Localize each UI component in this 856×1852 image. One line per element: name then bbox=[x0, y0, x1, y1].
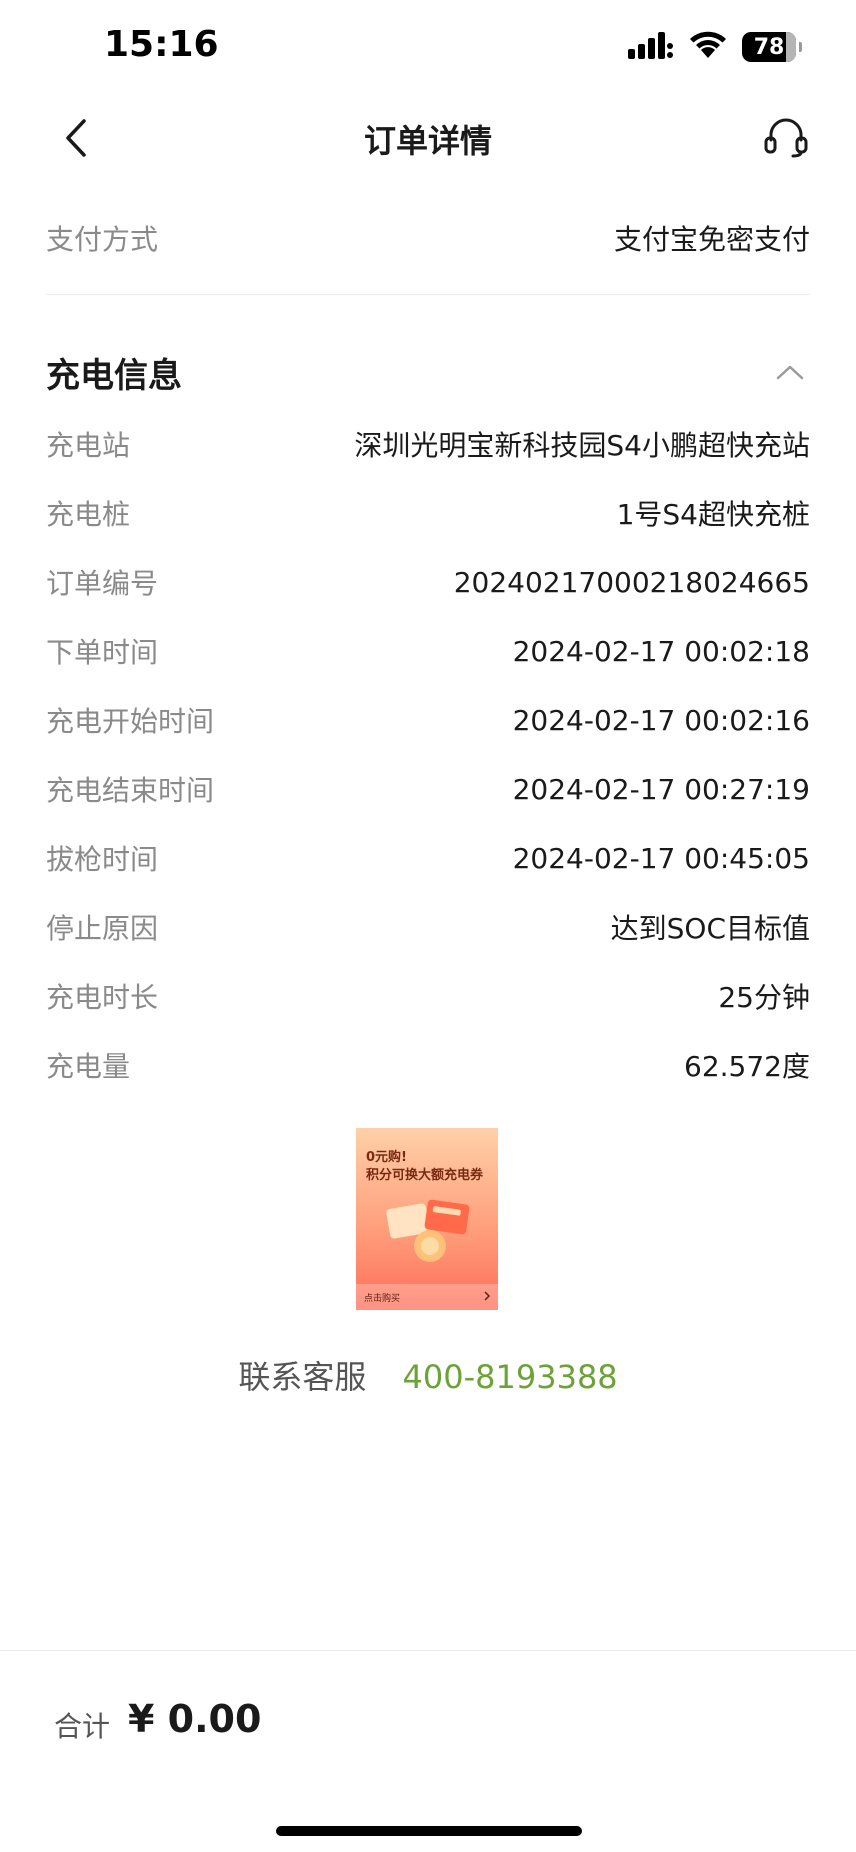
info-value: 2024-02-17 00:02:16 bbox=[512, 703, 810, 737]
info-label: 拔枪时间 bbox=[46, 843, 159, 876]
charging-info-header[interactable]: 充电信息 bbox=[46, 344, 810, 400]
info-label: 充电开始时间 bbox=[46, 705, 215, 738]
bottom-bar: 合计 ¥ 0.00 bbox=[0, 1650, 856, 1852]
info-row-pile: 充电桩 1号S4超快充桩 bbox=[46, 489, 810, 537]
chevron-right-icon bbox=[484, 1290, 491, 1304]
info-row-station: 充电站 深圳光明宝新科技园S4小鹏超快充站 bbox=[46, 420, 810, 468]
info-value: 62.572度 bbox=[684, 1050, 810, 1083]
info-label: 下单时间 bbox=[46, 636, 159, 669]
total-amount: ¥ 0.00 bbox=[128, 1697, 262, 1741]
info-value: 深圳光明宝新科技园S4小鹏超快充站 bbox=[354, 429, 810, 462]
payment-method-label: 支付方式 bbox=[46, 223, 159, 256]
promo-footer[interactable]: 点击购买 bbox=[356, 1284, 498, 1310]
battery-level: 78 bbox=[753, 34, 785, 60]
info-row-unplug-time: 拔枪时间 2024-02-17 00:45:05 bbox=[46, 834, 810, 882]
promo-headline: 0元购! bbox=[366, 1150, 407, 1165]
info-row-energy: 充电量 62.572度 bbox=[46, 1041, 810, 1089]
info-row-order-time: 下单时间 2024-02-17 00:02:18 bbox=[46, 627, 810, 675]
info-label: 充电站 bbox=[46, 429, 131, 462]
info-row-start-time: 充电开始时间 2024-02-17 00:02:16 bbox=[46, 696, 810, 744]
status-time: 15:16 bbox=[104, 24, 219, 65]
info-label: 充电结束时间 bbox=[46, 774, 215, 807]
contact-label: 联系客服 bbox=[238, 1358, 367, 1396]
home-indicator[interactable] bbox=[276, 1826, 582, 1836]
wifi-icon bbox=[688, 30, 728, 64]
info-label: 充电时长 bbox=[46, 981, 159, 1014]
info-label: 充电桩 bbox=[46, 498, 131, 531]
divider bbox=[46, 294, 810, 295]
info-value: 1号S4超快充桩 bbox=[616, 498, 810, 531]
info-value: 25分钟 bbox=[718, 981, 810, 1014]
headset-icon bbox=[764, 118, 808, 158]
status-icons: 78 bbox=[628, 30, 802, 64]
nav-bar: 订单详情 bbox=[0, 100, 856, 176]
info-value: 达到SOC目标值 bbox=[610, 912, 810, 945]
contact-section: 联系客服 400-8193388 bbox=[0, 1352, 856, 1398]
section-title: 充电信息 bbox=[46, 355, 182, 396]
chevron-up-icon[interactable] bbox=[770, 352, 810, 392]
promo-buy-label: 点击购买 bbox=[364, 1293, 401, 1304]
payment-method-row: 支付方式 支付宝免密支付 bbox=[46, 214, 810, 262]
contact-phone-link[interactable]: 400-8193388 bbox=[403, 1358, 618, 1396]
info-value: 2024-02-17 00:27:19 bbox=[512, 772, 810, 806]
promo-banner[interactable]: 0元购! 积分可换大额充电券 点击购买 bbox=[356, 1128, 498, 1310]
signal-icon bbox=[628, 31, 674, 63]
total-label: 合计 bbox=[54, 1710, 111, 1743]
page-title: 订单详情 bbox=[363, 122, 492, 160]
status-bar: 15:16 78 bbox=[0, 0, 856, 100]
customer-service-button[interactable] bbox=[760, 112, 812, 164]
battery-icon: 78 bbox=[742, 32, 802, 62]
promo-subline: 积分可换大额充电券 bbox=[366, 1168, 484, 1183]
info-row-end-time: 充电结束时间 2024-02-17 00:27:19 bbox=[46, 765, 810, 813]
info-label: 订单编号 bbox=[46, 567, 159, 600]
info-value: 2024-02-17 00:02:18 bbox=[512, 634, 810, 668]
info-value: 2024-02-17 00:45:05 bbox=[512, 841, 810, 875]
info-value: 20240217000218024665 bbox=[453, 565, 810, 599]
info-row-duration: 充电时长 25分钟 bbox=[46, 972, 810, 1020]
coupon-illustration-icon bbox=[386, 1199, 470, 1262]
info-label: 充电量 bbox=[46, 1050, 131, 1083]
payment-method-value: 支付宝免密支付 bbox=[613, 223, 810, 256]
info-label: 停止原因 bbox=[46, 912, 159, 945]
info-row-stop-reason: 停止原因 达到SOC目标值 bbox=[46, 903, 810, 951]
info-row-order-number: 订单编号 20240217000218024665 bbox=[46, 558, 810, 606]
